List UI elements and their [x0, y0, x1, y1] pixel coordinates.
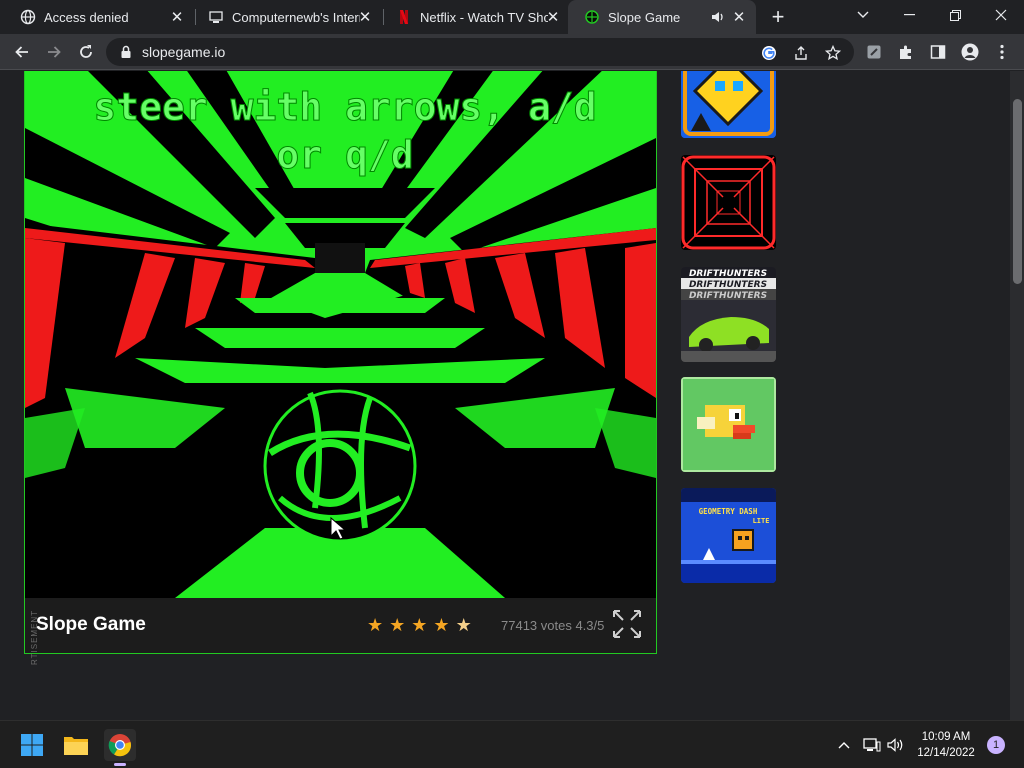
windows-taskbar: 10:09 AM 12/14/2022 1 [0, 720, 1024, 768]
address-bar[interactable]: slopegame.io [106, 38, 854, 66]
close-window-button[interactable] [978, 0, 1024, 30]
chrome-taskbar-icon[interactable] [104, 729, 136, 766]
slope-game-canvas[interactable]: steer with arrows, a/d or q/d [25, 71, 656, 598]
close-icon[interactable]: ✕ [730, 8, 748, 26]
star-icon[interactable]: ★ [411, 616, 427, 634]
bookmark-star-icon[interactable] [824, 44, 842, 62]
drift-hunters-thumb[interactable]: DRIFTHUNTERS DRIFTHUNTERS DRIFTHUNTERS [681, 267, 776, 362]
gd-lite-title: GEOMETRY DASH [699, 507, 758, 516]
gd-lite-subtitle: LITE [753, 517, 770, 525]
tab-access-denied[interactable]: Access denied ✕ [4, 0, 194, 34]
share-icon[interactable] [792, 44, 810, 62]
forward-button[interactable] [42, 40, 66, 64]
star-icon[interactable]: ★ [389, 616, 405, 634]
drift-hunters-title: DRIFTHUNTERS [689, 269, 767, 279]
geometry-dash-lite-thumb[interactable]: GEOMETRY DASH LITE [681, 488, 776, 583]
close-icon[interactable]: ✕ [168, 8, 186, 26]
slope-icon [584, 9, 600, 25]
active-app-indicator [114, 763, 126, 766]
back-button[interactable] [10, 40, 34, 64]
restore-button[interactable] [932, 0, 978, 30]
drift-hunters-title: DRIFTHUNTERS [689, 291, 767, 301]
minimize-button[interactable] [886, 0, 932, 30]
flappy-bird-thumb[interactable] [681, 377, 776, 472]
windows-start-icon[interactable] [16, 729, 48, 761]
page-scrollbar[interactable] [1010, 71, 1024, 725]
notification-badge[interactable]: 1 [987, 736, 1005, 754]
network-icon[interactable] [862, 735, 882, 755]
tab-netflix[interactable]: Netflix - Watch TV Sho ✕ [380, 0, 570, 34]
game-info-bar: Slope Game ★ ★ ★ ★ ★ 77413 votes 4.3/5 [25, 598, 656, 653]
extensions-puzzle-icon[interactable] [896, 42, 916, 62]
game-instructions-line2: or q/d [276, 133, 413, 177]
web-page: steer with arrows, a/d or q/d Slope Game… [0, 71, 1024, 725]
system-clock[interactable]: 10:09 AM 12/14/2022 [912, 729, 980, 761]
expand-arrows-icon [613, 610, 641, 638]
speaker-icon[interactable] [710, 9, 726, 25]
globe-icon [20, 9, 36, 25]
browser-toolbar: slopegame.io [0, 34, 1024, 70]
star-half-icon[interactable]: ★ [456, 616, 472, 634]
tab-title: Netflix - Watch TV Sho [420, 9, 548, 25]
menu-kebab-icon[interactable] [992, 42, 1012, 62]
side-panel-icon[interactable] [928, 42, 948, 62]
file-explorer-icon[interactable] [60, 729, 92, 761]
fullscreen-button[interactable] [611, 608, 643, 640]
scrollbar-thumb[interactable] [1013, 99, 1022, 284]
geometry-dash-thumb[interactable] [681, 71, 776, 138]
tunnel-thumb[interactable] [681, 155, 776, 250]
star-icon[interactable]: ★ [367, 616, 383, 634]
tab-strip: Access denied ✕ Computernewb's Intern ✕ … [0, 0, 1024, 34]
computer-icon [208, 9, 224, 25]
game-container[interactable]: steer with arrows, a/d or q/d Slope Game… [24, 71, 657, 654]
volume-icon[interactable] [886, 735, 906, 755]
tab-search-chevron-icon[interactable] [840, 0, 886, 30]
close-icon[interactable]: ✕ [356, 8, 374, 26]
tab-title: Slope Game [608, 9, 681, 25]
rating-stars[interactable]: ★ ★ ★ ★ ★ [367, 616, 472, 634]
lock-icon[interactable] [118, 44, 134, 60]
star-icon[interactable]: ★ [433, 616, 449, 634]
game-instructions-line1: steer with arrows, a/d [93, 85, 596, 129]
close-icon[interactable]: ✕ [544, 8, 562, 26]
tray-chevron-up-icon[interactable] [834, 735, 854, 755]
url-text: slopegame.io [142, 44, 226, 60]
clock-time: 10:09 AM [921, 731, 971, 743]
game-title: Slope Game [36, 614, 146, 635]
new-tab-button[interactable]: + [766, 4, 790, 29]
google-lens-icon[interactable] [760, 44, 778, 62]
tab-title: Computernewb's Intern [232, 9, 360, 25]
netflix-icon [396, 9, 412, 25]
profile-avatar-icon[interactable] [960, 42, 980, 62]
drift-hunters-title: DRIFTHUNTERS [689, 280, 767, 290]
tab-computernewb[interactable]: Computernewb's Intern ✕ [192, 0, 382, 34]
clock-date: 12/14/2022 [917, 747, 975, 759]
votes-count: 77413 votes 4.3/5 [501, 618, 605, 633]
reload-button[interactable] [74, 40, 98, 64]
extension-shield-icon[interactable] [864, 42, 884, 62]
tab-title: Access denied [44, 9, 129, 25]
advertisement-label: RTISEMENT [30, 609, 39, 665]
tab-slope-game[interactable]: Slope Game ✕ [568, 0, 756, 34]
